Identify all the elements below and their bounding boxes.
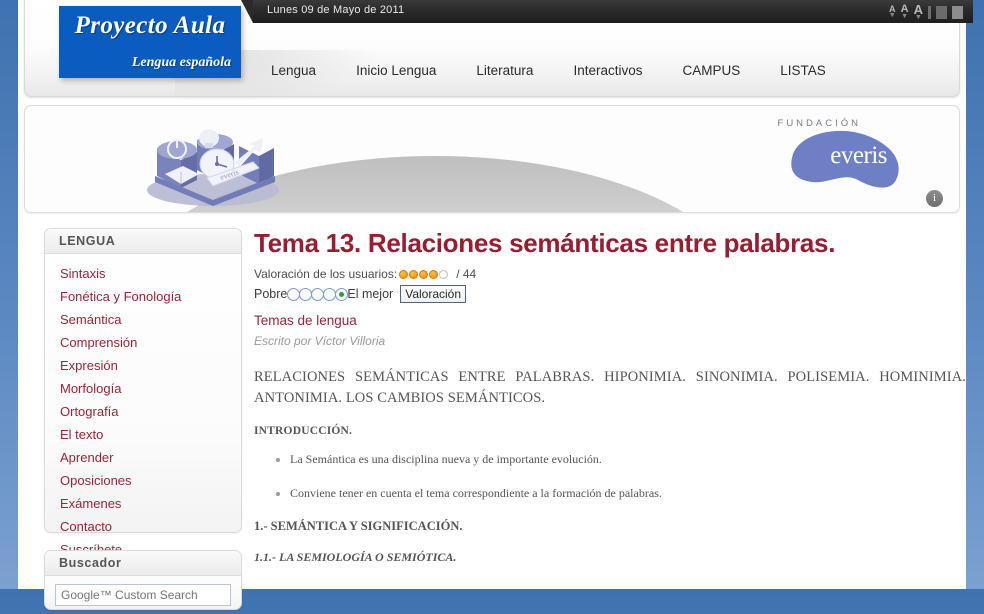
list-item: Ortografía bbox=[45, 400, 241, 423]
article-bullet-list: La Semántica es una disciplina nueva y d… bbox=[254, 451, 966, 502]
rating-stars bbox=[399, 269, 449, 279]
theme-color-light-swatch[interactable] bbox=[952, 5, 963, 19]
rating-dot-empty bbox=[439, 269, 449, 279]
sidebar-lengua-title: LENGUA bbox=[45, 229, 241, 254]
vote-submit-button[interactable]: Valoración bbox=[400, 285, 467, 303]
theme-color-dark-swatch[interactable] bbox=[936, 5, 947, 19]
sidebar-item-el-texto[interactable]: El texto bbox=[60, 427, 103, 442]
rating-dot-filled bbox=[419, 269, 429, 279]
sidebar-buscador-title: Buscador bbox=[45, 551, 241, 576]
sidebar-item-examenes[interactable]: Exámenes bbox=[60, 496, 121, 511]
sidebar-item-comprension[interactable]: Comprensión bbox=[60, 335, 137, 350]
isometric-illustration: everis bbox=[147, 129, 279, 206]
nav-item-literatura[interactable]: Literatura bbox=[476, 63, 533, 78]
rating-count: / 44 bbox=[456, 267, 477, 281]
list-item: Contacto bbox=[45, 515, 241, 538]
font-normal-icon[interactable]: A ▼ bbox=[901, 4, 909, 21]
vote-radio-group bbox=[287, 287, 349, 301]
rating-dot-filled bbox=[409, 269, 419, 279]
list-item: El texto bbox=[45, 423, 241, 446]
category-link[interactable]: Temas de lengua bbox=[254, 313, 966, 328]
sidebar-lengua-list: Sintaxis Fonética y Fonología Semántica … bbox=[45, 254, 241, 561]
rating-dot-filled bbox=[429, 269, 439, 279]
list-item: Exámenes bbox=[45, 492, 241, 515]
article-lead-paragraph: RELACIONES SEMÁNTICAS ENTRE PALABRAS. HI… bbox=[254, 369, 966, 407]
list-item: Semántica bbox=[45, 308, 241, 331]
logo-title: Proyecto Aula bbox=[74, 12, 226, 39]
vote-best-label: El mejor bbox=[347, 287, 394, 301]
page-container: Proyecto Aula Lengua española Lunes 09 d… bbox=[18, 0, 973, 610]
list-item: La Semántica es una disciplina nueva y d… bbox=[290, 451, 966, 468]
info-icon[interactable]: i bbox=[926, 190, 943, 207]
rating-summary: Valoración de los usuarios: / 44 bbox=[254, 267, 966, 281]
list-item: Conviene tener en cuenta el tema corresp… bbox=[290, 485, 966, 502]
list-item: Expresión bbox=[45, 354, 241, 377]
main-navigation: Lengua Inicio Lengua Literatura Interact… bbox=[271, 63, 826, 78]
article: Tema 13. Relaciones semánticas entre pal… bbox=[254, 228, 966, 577]
article-section-heading: 1.- SEMÁNTICA Y SIGNIFICACIÓN. bbox=[254, 518, 463, 533]
nav-item-interactivos[interactable]: Interactivos bbox=[573, 63, 642, 78]
vote-radio-5[interactable] bbox=[335, 287, 349, 301]
site-logo[interactable]: Proyecto Aula Lengua española bbox=[59, 6, 241, 78]
article-intro-heading: INTRODUCCIÓN. bbox=[254, 425, 353, 438]
list-item: Comprensión bbox=[45, 331, 241, 354]
article-subsection-heading: 1.1.- LA SEMIOLOGÍA O SEMIÓTICA. bbox=[254, 549, 457, 564]
sidebar-item-oposiciones[interactable]: Oposiciones bbox=[60, 473, 132, 488]
sidebar-item-fonetica-y-fonologia[interactable]: Fonética y Fonología bbox=[60, 289, 181, 304]
sidebar-item-aprender[interactable]: Aprender bbox=[60, 450, 113, 465]
nav-item-inicio-lengua[interactable]: Inicio Lengua bbox=[356, 63, 436, 78]
font-increase-icon[interactable]: A ▼ bbox=[914, 3, 923, 21]
article-byline: Escrito por Víctor Villoria bbox=[254, 334, 386, 348]
logo-subtitle: Lengua española bbox=[131, 55, 231, 70]
rating-dot-filled bbox=[399, 269, 409, 279]
everis-wordmark: everis bbox=[830, 142, 887, 169]
vote-poor-label: Pobre bbox=[254, 287, 288, 301]
list-item: Fonética y Fonología bbox=[45, 285, 241, 308]
sidebar-item-morfologia[interactable]: Morfología bbox=[60, 381, 121, 396]
site-header: Proyecto Aula Lengua española Lunes 09 d… bbox=[24, 0, 973, 110]
list-item: Aprender bbox=[45, 446, 241, 469]
sidebar-item-semantica[interactable]: Semántica bbox=[60, 312, 121, 327]
page-title: Tema 13. Relaciones semánticas entre pal… bbox=[254, 228, 836, 258]
nav-item-lengua[interactable]: Lengua bbox=[271, 63, 316, 78]
sidebar-item-expresion[interactable]: Expresión bbox=[60, 358, 118, 373]
font-decrease-icon[interactable]: A ▼ bbox=[889, 5, 896, 20]
header-tools: A ▼ A ▼ A ▼ bbox=[889, 3, 963, 21]
sidebar-module-buscador: Buscador bbox=[44, 550, 242, 610]
sidebar-item-sintaxis[interactable]: Sintaxis bbox=[60, 266, 106, 281]
rating-label: Valoración de los usuarios: bbox=[254, 267, 398, 281]
tools-divider bbox=[928, 5, 931, 19]
nav-item-campus[interactable]: CAMPUS bbox=[682, 63, 740, 78]
sidebar-module-lengua: LENGUA Sintaxis Fonética y Fonología Sem… bbox=[44, 228, 242, 557]
nav-item-listas[interactable]: LISTAS bbox=[780, 63, 826, 78]
list-item: Oposiciones bbox=[45, 469, 241, 492]
search-input[interactable] bbox=[55, 584, 231, 606]
sponsor-banner[interactable]: everis FUNDACIÓN everis i bbox=[24, 105, 960, 213]
date-bar: Lunes 09 de Mayo de 2011 A ▼ A ▼ A ▼ bbox=[241, 0, 973, 23]
list-item: Morfología bbox=[45, 377, 241, 400]
sidebar-item-contacto[interactable]: Contacto bbox=[60, 519, 112, 534]
list-item: Sintaxis bbox=[45, 262, 241, 285]
vote-control: Pobre El mejor Valoración bbox=[254, 285, 966, 303]
sidebar-item-ortografia[interactable]: Ortografía bbox=[60, 404, 119, 419]
current-date: Lunes 09 de Mayo de 2011 bbox=[267, 4, 405, 16]
